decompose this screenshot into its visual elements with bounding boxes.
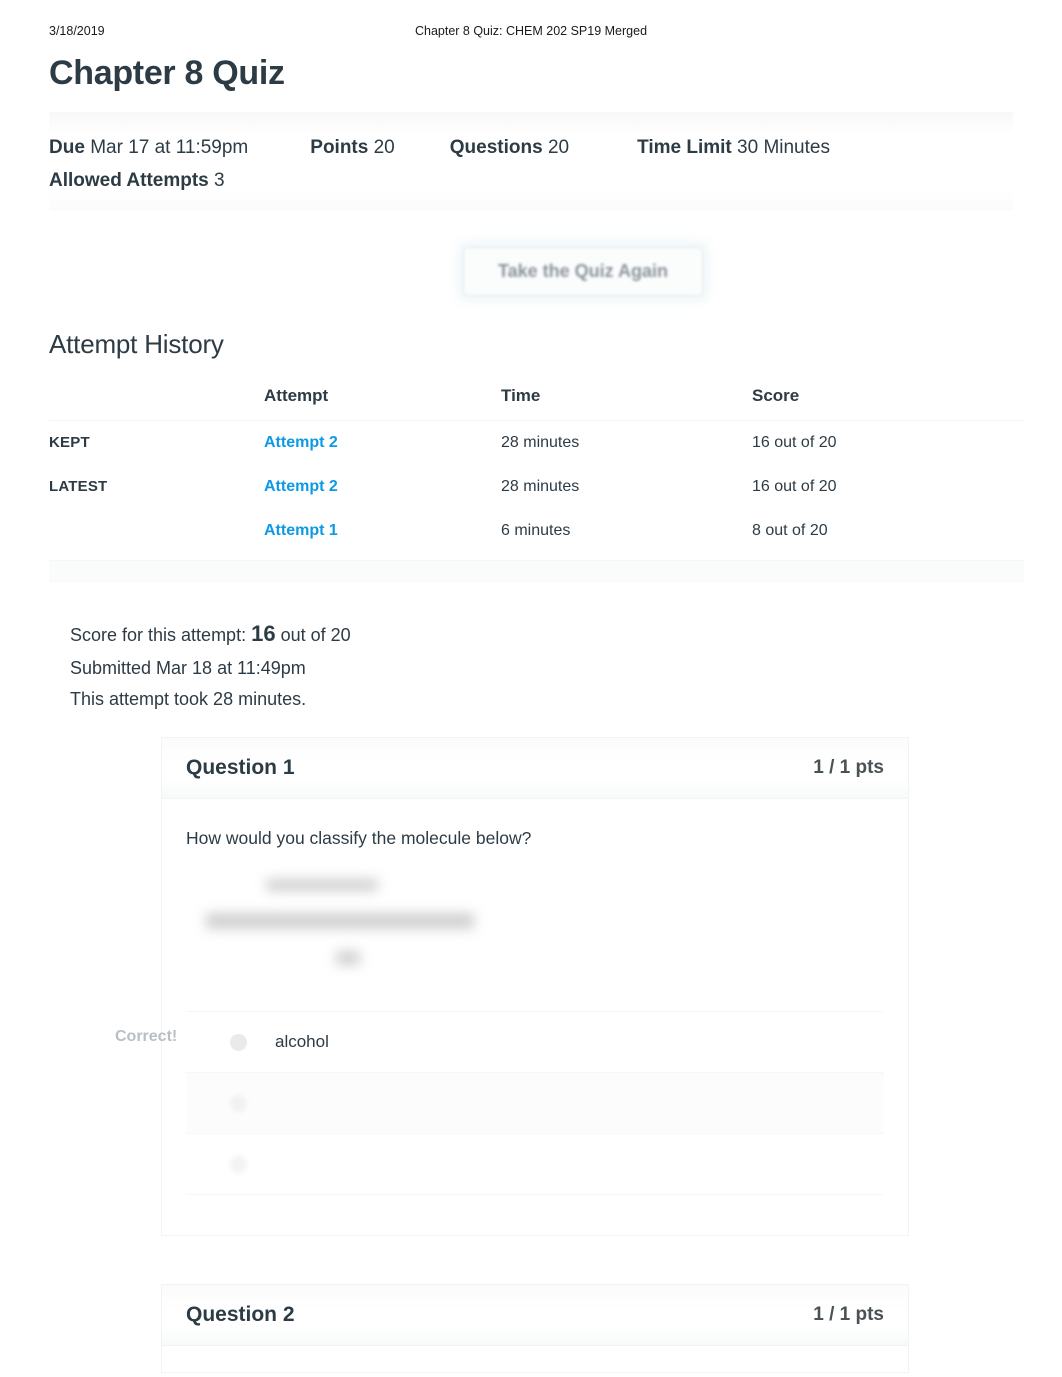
attempt-flag [49, 509, 264, 562]
quiz-detail-questions-value: 20 [547, 137, 570, 159]
quiz-detail-due: Due Mar 17 at 11:59pm [49, 132, 248, 165]
page-content: Chapter 8 Quiz Due Mar 17 at 11:59pm Poi… [0, 54, 1062, 1374]
attempt-time: 28 minutes [501, 478, 580, 496]
table-row: Attempt 1 6 minutes 8 out of 20 [49, 509, 1024, 562]
duration-line: This attempt took 28 minutes. [70, 689, 307, 710]
print-document-title: Chapter 8 Quiz: CHEM 202 SP19 Merged [414, 24, 648, 38]
submitted-line: Submitted Mar 18 at 11:49pm [70, 658, 306, 679]
quiz-detail-allowed-attempts-value: 3 [214, 169, 225, 191]
question-title: Question 1 [186, 756, 295, 780]
spacer-3 [569, 132, 637, 165]
answer-label: alcohol [275, 1032, 329, 1052]
question-header: Question 1 1 / 1 pts [162, 738, 908, 800]
attempt-link[interactable]: Attempt 2 [264, 434, 338, 451]
answers-bottom-padding [186, 1195, 884, 1235]
question-body: How would you classify the molecule belo… [162, 799, 908, 1235]
question-header: Question 2 1 / 1 pts [162, 1285, 908, 1347]
attempt-history-footer-band [49, 561, 1024, 584]
col-header-score: Score [752, 386, 1024, 422]
radio-button-icon[interactable] [230, 1033, 247, 1051]
radio-button-icon[interactable] [230, 1094, 247, 1112]
question-title: Question 2 [186, 1303, 295, 1327]
attempt-time: 6 minutes [501, 509, 752, 562]
attempt-cell: Attempt 2 [264, 421, 501, 466]
spacer-1 [248, 132, 310, 165]
molecule-structure-image [186, 863, 884, 1005]
attempt-score: 16 out of 20 [752, 478, 837, 496]
attempt-history-heading: Attempt History [49, 329, 224, 360]
quiz-detail-points: Points 20 [310, 132, 394, 165]
question-body [162, 1346, 908, 1372]
attempt-link[interactable]: Attempt 2 [264, 478, 338, 495]
quiz-detail-points-value: 20 [373, 137, 395, 159]
attempt-cell: Attempt 2 [264, 465, 501, 509]
question-points: 1 / 1 pts [813, 757, 884, 779]
molecule-blur-layer [204, 873, 504, 983]
spacer-2 [395, 132, 450, 165]
table-row: KEPT Attempt 2 28 minutes 16 out of 20 [49, 421, 1024, 466]
attempt-score: 16 out of 20 [752, 434, 837, 452]
quiz-details-list: Due Mar 17 at 11:59pm Points 20 Question… [49, 132, 1013, 197]
score-line: Score for this attempt: 16 out of 20 [70, 615, 1013, 653]
page-title: Chapter 8 Quiz [49, 54, 285, 92]
print-header: 3/18/2019 Chapter 8 Quiz: CHEM 202 SP19 … [0, 0, 1062, 38]
col-header-attempt: Attempt [264, 386, 501, 422]
quiz-details-panel: Due Mar 17 at 11:59pm Points 20 Question… [49, 112, 1013, 212]
attempt-history-body: KEPT Attempt 2 28 minutes 16 out of 20 L… [49, 421, 1024, 562]
question-points: 1 / 1 pts [813, 1304, 884, 1326]
questions-area: Correct! Question 1 1 / 1 pts How would … [49, 737, 1013, 1374]
col-header-time: Time [501, 386, 752, 422]
quiz-detail-points-label: Points [310, 137, 369, 159]
attempt-flag: KEPT [49, 434, 90, 452]
quiz-detail-questions-label: Questions [449, 137, 543, 159]
answers-list: alcohol [186, 1011, 884, 1235]
molecule-fragment-bottom [336, 951, 360, 966]
attempt-history-table: Attempt Time Score KEPT Attempt 2 28 min… [49, 386, 1024, 562]
attempt-link[interactable]: Attempt 1 [264, 522, 338, 539]
quiz-detail-questions: Questions 20 [450, 132, 569, 165]
quiz-detail-allowed-attempts: Allowed Attempts 3 [49, 165, 225, 198]
take-quiz-again-button[interactable]: Take the Quiz Again [463, 247, 703, 297]
attempt-history-head: Attempt Time Score [49, 386, 1024, 422]
radio-button-icon[interactable] [230, 1155, 247, 1173]
score-value: 16 [251, 621, 276, 647]
quiz-detail-due-label: Due [49, 137, 85, 159]
table-row: LATEST Attempt 2 28 minutes 16 out of 20 [49, 465, 1024, 509]
attempt-history-header-row: Attempt Time Score [49, 386, 1024, 422]
answer-option[interactable]: alcohol [186, 1012, 884, 1074]
molecule-fragment-chain [206, 913, 474, 930]
quiz-detail-time-limit: Time Limit 30 Minutes [637, 132, 830, 165]
molecule-fragment-top [266, 879, 378, 892]
quiz-detail-allowed-attempts-label: Allowed Attempts [49, 169, 209, 191]
score-prefix: Score for this attempt: [70, 625, 247, 646]
retake-button-row: Take the Quiz Again [49, 211, 1013, 329]
attempt-score: 8 out of 20 [752, 509, 1024, 562]
quiz-detail-due-value: Mar 17 at 11:59pm [90, 137, 249, 159]
answer-option[interactable] [186, 1073, 884, 1135]
attempt-score-summary: Score for this attempt: 16 out of 20 Sub… [70, 615, 1013, 715]
attempt-flag: LATEST [49, 478, 108, 496]
question-card: Question 2 1 / 1 pts [161, 1284, 909, 1374]
attempt-cell: Attempt 1 [264, 509, 501, 562]
answer-option[interactable] [186, 1134, 884, 1196]
question-card: Correct! Question 1 1 / 1 pts How would … [115, 737, 909, 1237]
col-header-flag [49, 386, 264, 422]
quiz-detail-time-limit-label: Time Limit [637, 137, 732, 159]
quiz-detail-time-limit-value: 30 Minutes [737, 137, 830, 159]
question-text: How would you classify the molecule belo… [186, 828, 532, 849]
score-suffix: out of 20 [280, 625, 351, 646]
attempt-time: 28 minutes [501, 434, 580, 452]
